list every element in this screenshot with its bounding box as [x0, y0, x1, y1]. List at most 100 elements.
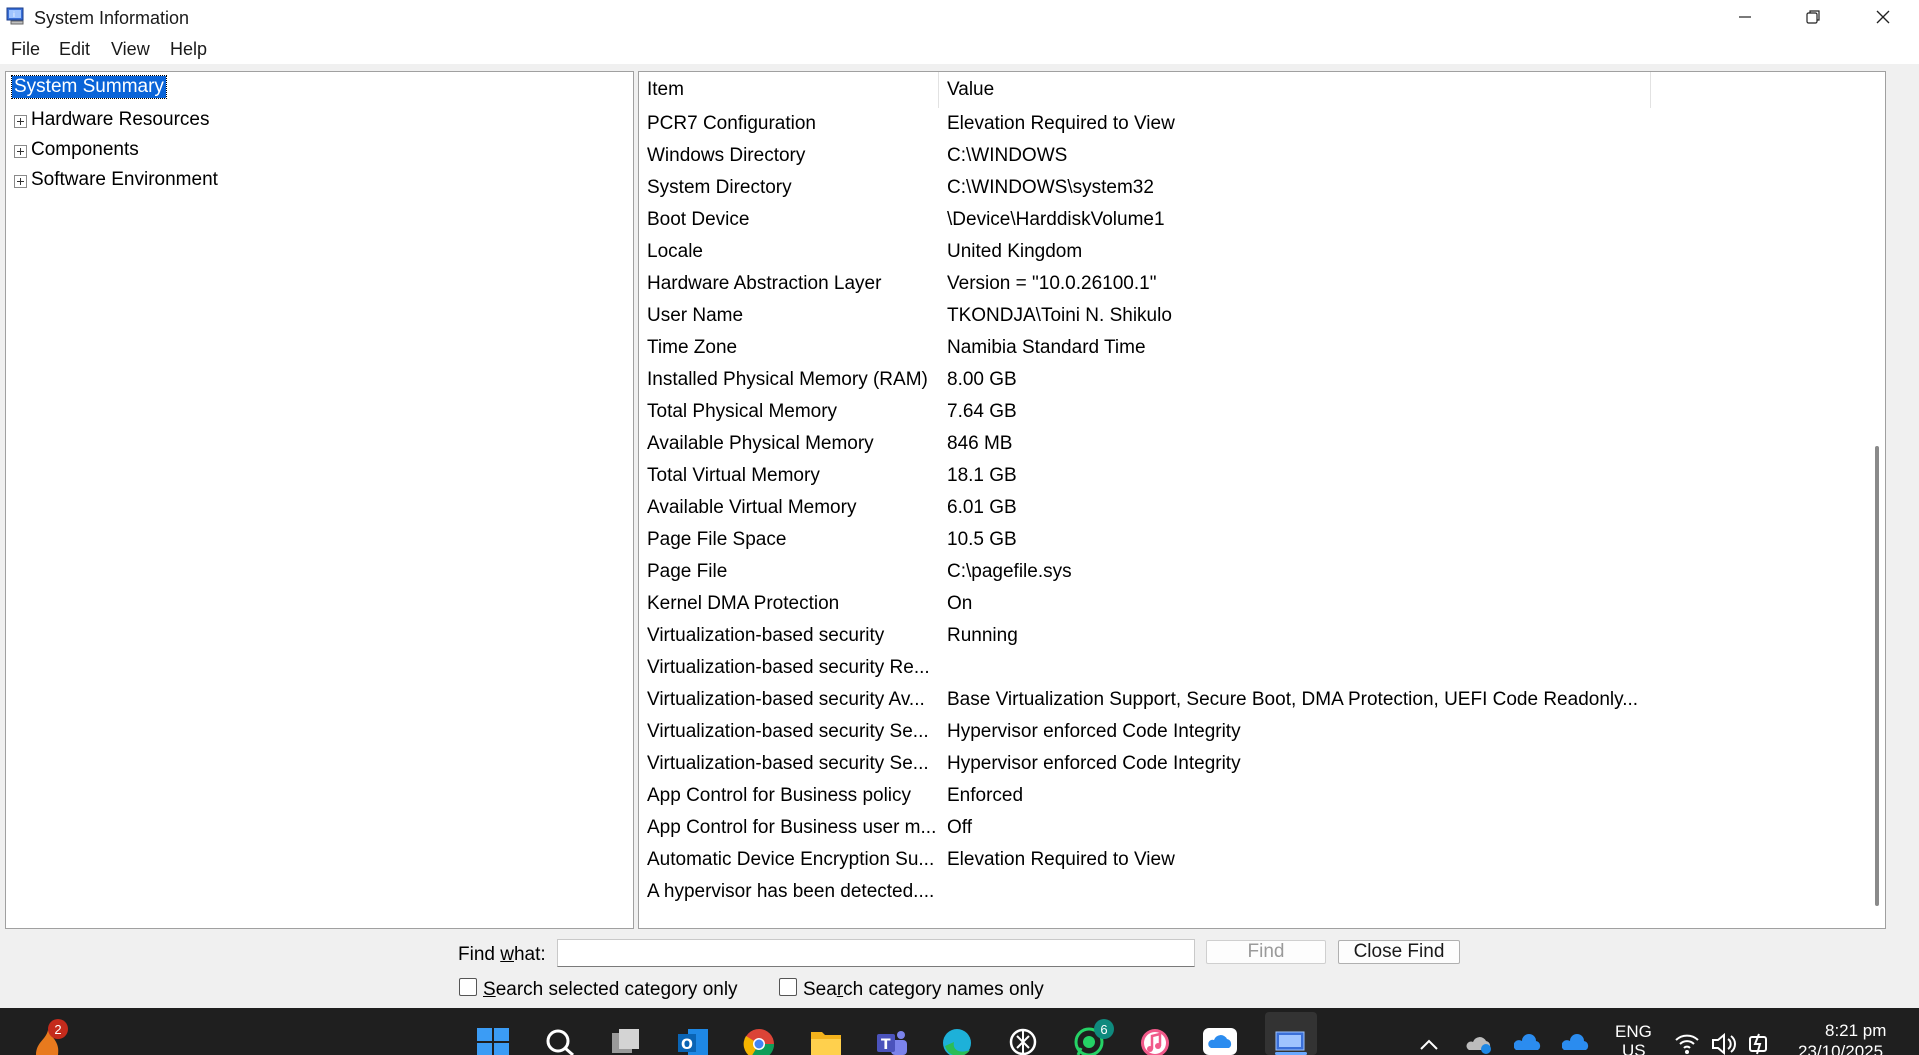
- tree-item-components[interactable]: Components: [31, 139, 139, 161]
- restore-icon: [1806, 10, 1820, 24]
- task-view-icon[interactable]: [609, 1024, 643, 1055]
- scrollbar-thumb[interactable]: [1875, 446, 1879, 906]
- notification-badge: 2: [48, 1019, 68, 1039]
- cell-item: Locale: [647, 241, 703, 262]
- window-title: System Information: [34, 8, 190, 28]
- chevron-up-icon[interactable]: [1418, 1024, 1440, 1055]
- expand-icon[interactable]: [14, 115, 27, 128]
- cell-value: Elevation Required to View: [947, 849, 1175, 870]
- menu-view[interactable]: View: [111, 39, 150, 60]
- close-find-button[interactable]: Close Find: [1338, 940, 1460, 964]
- cell-value: Hypervisor enforced Code Integrity: [947, 753, 1241, 774]
- icloud-icon[interactable]: [1203, 1024, 1237, 1055]
- battery-charging-icon[interactable]: [1746, 1024, 1772, 1055]
- table-row[interactable]: Total Physical Memory 7.64 GB: [639, 396, 1839, 428]
- cell-item: App Control for Business policy: [647, 785, 912, 806]
- table-row[interactable]: A hypervisor has been detected....: [639, 876, 1839, 908]
- language-indicator[interactable]: ENG: [1615, 1022, 1652, 1042]
- tree-item-software-environment[interactable]: Software Environment: [31, 169, 218, 191]
- cell-item: Boot Device: [647, 209, 750, 230]
- find-what-input[interactable]: [557, 939, 1195, 967]
- category-tree[interactable]: System Summary Hardware Resources Compon…: [5, 71, 634, 929]
- table-row[interactable]: System Directory C:\WINDOWS\system32: [639, 172, 1839, 204]
- expand-icon[interactable]: [14, 175, 27, 188]
- itunes-icon[interactable]: [1138, 1024, 1172, 1055]
- close-button[interactable]: [1848, 0, 1918, 34]
- table-row[interactable]: PCR7 Configuration Elevation Required to …: [639, 108, 1839, 140]
- edge-icon[interactable]: [940, 1024, 974, 1055]
- cell-item: User Name: [647, 305, 744, 326]
- tree-item-system-summary[interactable]: System Summary: [11, 75, 167, 99]
- menu-file[interactable]: File: [11, 39, 40, 60]
- column-header-item[interactable]: Item: [639, 72, 939, 108]
- table-row[interactable]: Windows Directory C:\WINDOWS: [639, 140, 1839, 172]
- cell-value: Enforced: [947, 785, 1024, 806]
- vertical-scrollbar[interactable]: [1867, 72, 1885, 928]
- minimize-button[interactable]: [1710, 0, 1780, 34]
- volume-icon[interactable]: [1710, 1024, 1736, 1055]
- table-row[interactable]: Total Virtual Memory 18.1 GB: [639, 460, 1839, 492]
- table-row[interactable]: Kernel DMA Protection On: [639, 588, 1839, 620]
- outlook-icon[interactable]: O: [676, 1024, 710, 1055]
- table-row[interactable]: Automatic Device Encryption Su... Elevati…: [639, 844, 1839, 876]
- find-button[interactable]: Find: [1206, 940, 1326, 964]
- search-icon[interactable]: [543, 1024, 577, 1055]
- chrome-icon[interactable]: [742, 1024, 776, 1055]
- table-row[interactable]: Available Physical Memory 846 MB: [639, 428, 1839, 460]
- table-row[interactable]: App Control for Business policy Enforced: [639, 780, 1839, 812]
- cell-item: Total Physical Memory: [647, 401, 838, 422]
- details-table[interactable]: Item Value PCR7 Configuration Elevation R…: [638, 71, 1886, 929]
- cell-value: Base Virtualization Support, Secure Boot…: [947, 689, 1639, 710]
- minimize-icon: [1739, 16, 1751, 18]
- cell-value: Hypervisor enforced Code Integrity: [947, 721, 1241, 742]
- cell-value: Elevation Required to View: [947, 113, 1175, 134]
- cell-value: 6.01 GB: [947, 497, 1017, 518]
- cell-value: C:\WINDOWS\system32: [947, 177, 1154, 198]
- table-row[interactable]: Page File Space 10.5 GB: [639, 524, 1839, 556]
- onedrive-status-icon[interactable]: [1466, 1024, 1494, 1055]
- system-information-taskbar-icon[interactable]: [1274, 1024, 1308, 1055]
- table-row[interactable]: Hardware Abstraction Layer Version = "10.…: [639, 268, 1839, 300]
- column-header-value[interactable]: Value: [939, 72, 1651, 108]
- cell-item: A hypervisor has been detected....: [647, 881, 935, 902]
- table-row[interactable]: User Name TKONDJA\Toini N. Shikulo: [639, 300, 1839, 332]
- wifi-icon[interactable]: [1674, 1024, 1700, 1055]
- table-row[interactable]: App Control for Business user m... Off: [639, 812, 1839, 844]
- expand-icon[interactable]: [14, 145, 27, 158]
- cell-item: Total Virtual Memory: [647, 465, 820, 486]
- clock-date[interactable]: 23/10/2025: [1798, 1042, 1883, 1055]
- table-row[interactable]: Virtualization-based security Se... Hyper…: [639, 748, 1839, 780]
- table-row[interactable]: Virtualization-based security Av... Base …: [639, 684, 1839, 716]
- teams-icon[interactable]: T: [875, 1024, 909, 1055]
- cell-item: Virtualization-based security Se...: [647, 721, 929, 742]
- tree-item-hardware-resources[interactable]: Hardware Resources: [31, 109, 209, 131]
- table-row[interactable]: Locale United Kingdom: [639, 236, 1839, 268]
- cell-item: Available Virtual Memory: [647, 497, 857, 518]
- search-category-names-checkbox[interactable]: [779, 978, 797, 996]
- onedrive-business-icon[interactable]: [1562, 1024, 1590, 1055]
- keyboard-layout-indicator[interactable]: US: [1622, 1041, 1646, 1055]
- cell-item: PCR7 Configuration: [647, 113, 816, 134]
- table-row[interactable]: Time Zone Namibia Standard Time: [639, 332, 1839, 364]
- cell-item: Installed Physical Memory (RAM): [647, 369, 928, 390]
- table-row[interactable]: Available Virtual Memory 6.01 GB: [639, 492, 1839, 524]
- cell-value: 10.5 GB: [947, 529, 1017, 550]
- search-selected-category-label: Search selected category only: [483, 979, 738, 1000]
- search-selected-category-checkbox[interactable]: [459, 978, 477, 996]
- menu-help[interactable]: Help: [170, 39, 207, 60]
- table-row[interactable]: Virtualization-based security Running: [639, 620, 1839, 652]
- file-explorer-icon[interactable]: [809, 1024, 843, 1055]
- chatgpt-icon[interactable]: [1006, 1024, 1040, 1055]
- cell-item: Automatic Device Encryption Su...: [647, 849, 935, 870]
- table-row[interactable]: Page File C:\pagefile.sys: [639, 556, 1839, 588]
- table-row[interactable]: Virtualization-based security Se... Hyper…: [639, 716, 1839, 748]
- onedrive-icon[interactable]: [1514, 1024, 1542, 1055]
- clock-time[interactable]: 8:21 pm: [1825, 1021, 1886, 1041]
- menu-edit[interactable]: Edit: [59, 39, 90, 60]
- table-row[interactable]: Boot Device \Device\HarddiskVolume1: [639, 204, 1839, 236]
- start-icon[interactable]: [476, 1024, 510, 1055]
- table-row[interactable]: Virtualization-based security Re...: [639, 652, 1839, 684]
- cell-value: C:\WINDOWS: [947, 145, 1068, 166]
- table-row[interactable]: Installed Physical Memory (RAM) 8.00 GB: [639, 364, 1839, 396]
- restore-button[interactable]: [1778, 0, 1848, 34]
